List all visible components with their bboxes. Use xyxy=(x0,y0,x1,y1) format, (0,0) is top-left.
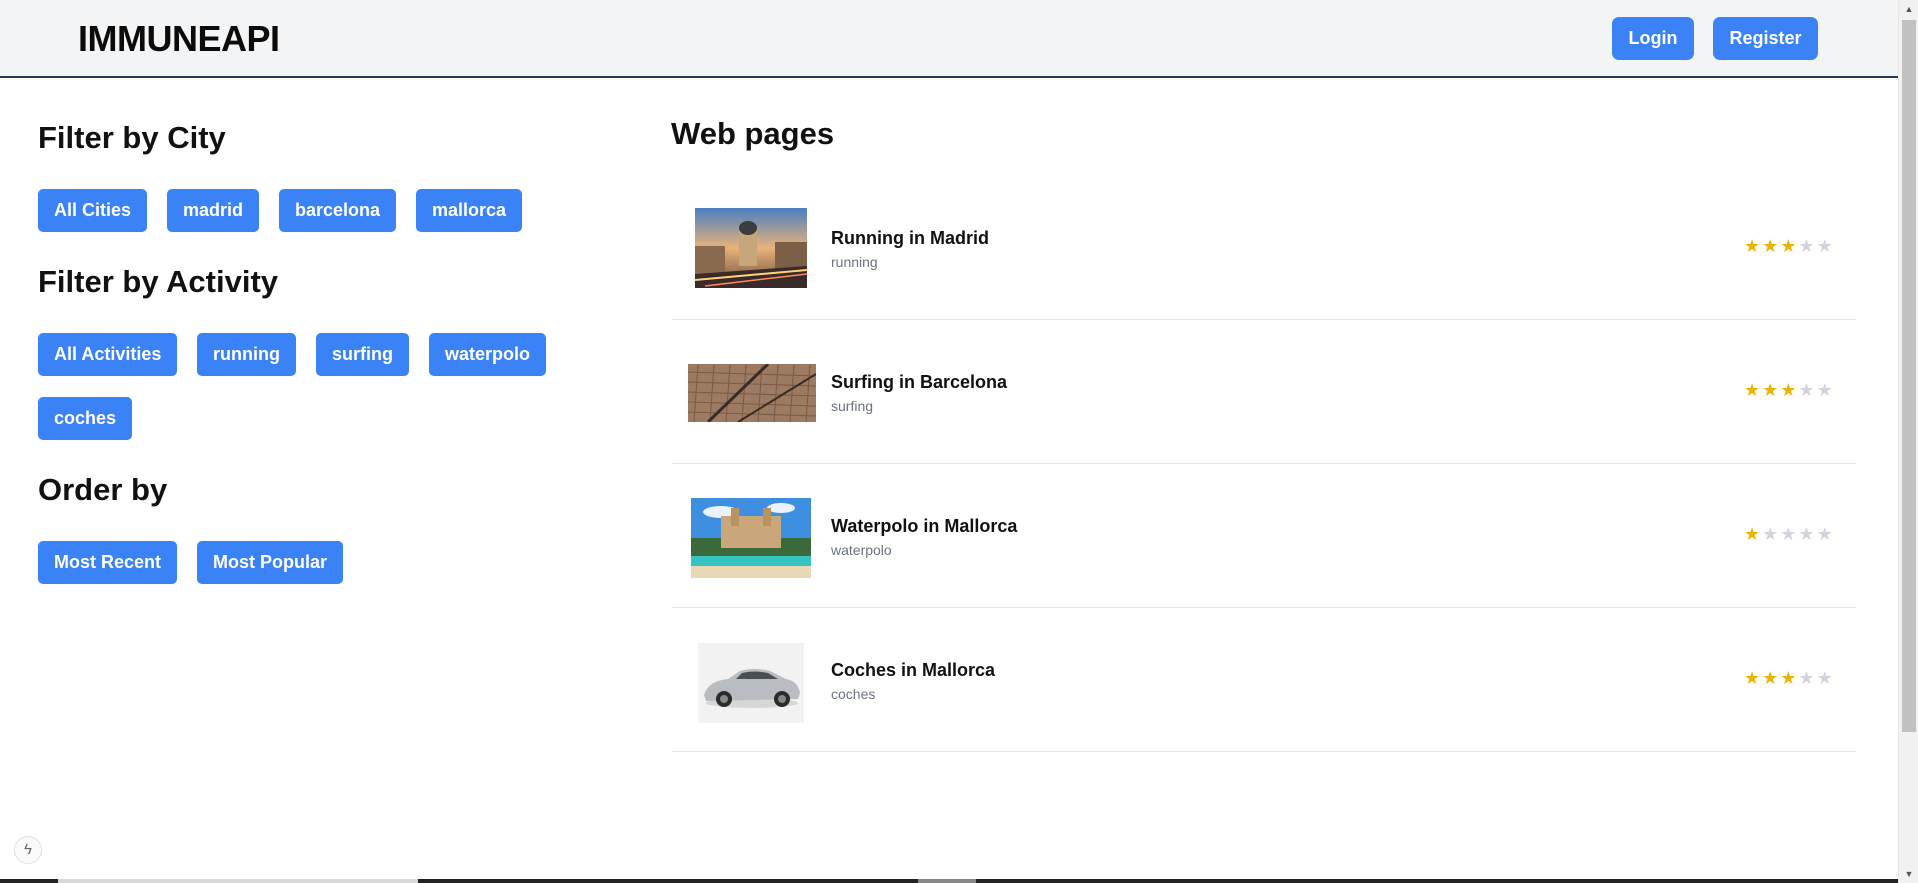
register-button[interactable]: Register xyxy=(1713,17,1818,60)
web-page-title[interactable]: Surfing in Barcelona xyxy=(831,372,1007,393)
filter-city-title: Filter by City xyxy=(38,120,226,155)
web-page-card[interactable]: Running in Madrid running ★★★★★ xyxy=(672,176,1856,320)
rating-stars: ★★★★★ xyxy=(1744,380,1835,401)
star-icon: ★ xyxy=(1780,236,1799,256)
star-icon: ★ xyxy=(1762,524,1781,544)
brand-logo[interactable]: IMMUNEAPI xyxy=(78,18,280,60)
star-icon: ★ xyxy=(1816,236,1835,256)
filter-activity-title: Filter by Activity xyxy=(38,264,279,299)
star-icon: ★ xyxy=(1744,524,1763,544)
top-navbar: IMMUNEAPI Login Register xyxy=(0,0,1898,78)
car-thumbnail xyxy=(698,643,804,723)
order-most-popular-button[interactable]: Most Popular xyxy=(197,541,343,584)
star-icon: ★ xyxy=(1816,524,1835,544)
star-icon: ★ xyxy=(1744,668,1763,688)
web-page-activity: coches xyxy=(831,686,876,702)
city-chip-all[interactable]: All Cities xyxy=(38,189,147,232)
web-page-card[interactable]: Coches in Mallorca coches ★★★★★ xyxy=(672,608,1856,752)
star-icon: ★ xyxy=(1744,236,1763,256)
barcelona-thumbnail xyxy=(688,364,816,422)
web-page-card[interactable]: Waterpolo in Mallorca waterpolo ★★★★★ xyxy=(672,464,1856,608)
star-icon: ★ xyxy=(1762,236,1781,256)
web-page-title[interactable]: Coches in Mallorca xyxy=(831,660,995,681)
activity-chip-surfing[interactable]: surfing xyxy=(316,333,409,376)
rating-stars: ★★★★★ xyxy=(1744,668,1835,689)
login-button[interactable]: Login xyxy=(1612,17,1694,60)
web-page-title[interactable]: Waterpolo in Mallorca xyxy=(831,516,1017,537)
star-icon: ★ xyxy=(1798,236,1817,256)
activity-chip-running[interactable]: running xyxy=(197,333,296,376)
bolt-icon[interactable]: ϟ xyxy=(14,836,42,864)
web-pages-title: Web pages xyxy=(671,116,835,151)
star-icon: ★ xyxy=(1816,380,1835,400)
taskbar-segment xyxy=(58,879,418,883)
scroll-down-icon[interactable]: ▼ xyxy=(1899,865,1918,883)
star-icon: ★ xyxy=(1780,380,1799,400)
scroll-up-icon[interactable]: ▲ xyxy=(1899,0,1918,18)
star-icon: ★ xyxy=(1780,668,1799,688)
star-icon: ★ xyxy=(1816,668,1835,688)
web-page-card[interactable]: Surfing in Barcelona surfing ★★★★★ xyxy=(672,320,1856,464)
order-by-title: Order by xyxy=(38,472,168,507)
mallorca-thumbnail xyxy=(691,498,811,578)
star-icon: ★ xyxy=(1780,524,1799,544)
web-page-activity: waterpolo xyxy=(831,542,892,558)
city-chip-mallorca[interactable]: mallorca xyxy=(416,189,522,232)
madrid-thumbnail xyxy=(695,208,807,288)
vertical-scrollbar[interactable]: ▲ ▼ xyxy=(1898,0,1918,883)
taskbar-segment xyxy=(918,879,976,883)
city-chip-madrid[interactable]: madrid xyxy=(167,189,259,232)
rating-stars: ★★★★★ xyxy=(1744,236,1835,257)
activity-chip-waterpolo[interactable]: waterpolo xyxy=(429,333,546,376)
web-page-activity: surfing xyxy=(831,398,874,414)
star-icon: ★ xyxy=(1798,524,1817,544)
activity-chip-all[interactable]: All Activities xyxy=(38,333,177,376)
star-icon: ★ xyxy=(1798,380,1817,400)
order-most-recent-button[interactable]: Most Recent xyxy=(38,541,177,584)
rating-stars: ★★★★★ xyxy=(1744,524,1835,545)
scroll-thumb[interactable] xyxy=(1902,20,1916,732)
star-icon: ★ xyxy=(1798,668,1817,688)
web-page-title[interactable]: Running in Madrid xyxy=(831,228,989,249)
star-icon: ★ xyxy=(1744,380,1763,400)
star-icon: ★ xyxy=(1762,668,1781,688)
web-page-activity: running xyxy=(831,254,878,270)
star-icon: ★ xyxy=(1762,380,1781,400)
activity-chip-coches[interactable]: coches xyxy=(38,397,132,440)
city-chip-barcelona[interactable]: barcelona xyxy=(279,189,396,232)
